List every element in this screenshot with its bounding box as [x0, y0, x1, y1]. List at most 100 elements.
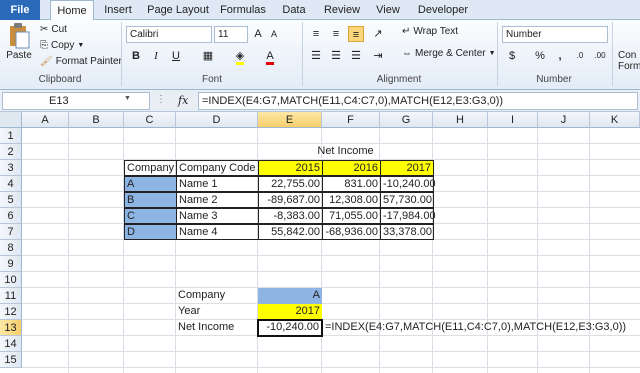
cell-header-2017[interactable]: 2017	[380, 160, 434, 176]
align-center-icon[interactable]: ☰	[328, 48, 344, 64]
row-header-2[interactable]: 2	[0, 144, 22, 160]
row-header-14[interactable]: 14	[0, 336, 22, 352]
table-cell-value[interactable]: 33,378.00	[380, 224, 434, 240]
font-size-select[interactable]: 11	[214, 26, 248, 43]
table-cell-value[interactable]: 12,308.00	[322, 192, 381, 208]
cell-header-2016[interactable]: 2016	[322, 160, 381, 176]
row-header-6[interactable]: 6	[0, 208, 22, 224]
tab-page-layout[interactable]: Page Layout	[146, 0, 210, 20]
row-header-13[interactable]: 13	[0, 320, 22, 336]
row-header-4[interactable]: 4	[0, 176, 22, 192]
table-cell-value[interactable]: 55,842.00	[258, 224, 323, 240]
cut-button[interactable]: ✂ Cut	[40, 24, 67, 35]
formula-input[interactable]: =INDEX(E4:G7,MATCH(E11,C4:C7,0),MATCH(E1…	[198, 92, 638, 110]
table-cell-code[interactable]: Name 1	[176, 176, 259, 192]
chevron-down-icon[interactable]: ▼	[124, 95, 131, 102]
merge-center-button[interactable]: ⇔ Merge & Center ▼	[402, 48, 496, 59]
row-header-3[interactable]: 3	[0, 160, 22, 176]
tab-formulas[interactable]: Formulas	[218, 0, 268, 20]
cell-lookup-result-active[interactable]: -10,240.00	[257, 319, 323, 337]
borders-icon[interactable]: ▦	[200, 48, 216, 64]
select-all-corner[interactable]	[0, 112, 22, 128]
italic-button[interactable]: I	[148, 48, 164, 64]
table-cell-company[interactable]: D	[124, 224, 177, 240]
cancel-icon[interactable]: ⋮	[156, 94, 166, 105]
column-header-c[interactable]: C	[124, 112, 176, 128]
column-header-h[interactable]: H	[433, 112, 488, 128]
cell-lookup-year-input[interactable]: 2017	[258, 304, 322, 320]
bold-button[interactable]: B	[128, 48, 144, 64]
row-header-8[interactable]: 8	[0, 240, 22, 256]
table-cell-code[interactable]: Name 2	[176, 192, 259, 208]
decrease-decimal-icon[interactable]: .00	[592, 48, 608, 64]
column-header-f[interactable]: F	[322, 112, 380, 128]
table-cell-company[interactable]: A	[124, 176, 177, 192]
copy-button[interactable]: ⎘ Copy ▼	[40, 40, 84, 51]
tab-data[interactable]: Data	[278, 0, 310, 20]
fill-color-icon[interactable]: ◈	[232, 48, 248, 65]
table-cell-company[interactable]: C	[124, 208, 177, 224]
table-cell-value[interactable]: 71,055.00	[322, 208, 381, 224]
font-color-icon[interactable]: A	[262, 48, 278, 65]
cell-title[interactable]: Net Income	[258, 144, 433, 160]
table-cell-value[interactable]: -8,383.00	[258, 208, 323, 224]
table-cell-value[interactable]: 831.00	[322, 176, 381, 192]
cell-formula-text[interactable]: =INDEX(E4:G7,MATCH(E11,C4:C7,0),MATCH(E1…	[323, 320, 626, 336]
tab-view[interactable]: View	[372, 0, 404, 20]
format-painter-button[interactable]: 🖌 Format Painter	[40, 56, 122, 67]
row-header-12[interactable]: 12	[0, 304, 22, 320]
column-header-b[interactable]: B	[69, 112, 124, 128]
table-cell-value[interactable]: -68,936.00	[322, 224, 381, 240]
orientation-icon[interactable]: ↗	[370, 26, 386, 42]
conditional-formatting-button[interactable]: Con Form	[618, 50, 640, 72]
column-header-j[interactable]: J	[538, 112, 590, 128]
column-header-i[interactable]: I	[488, 112, 538, 128]
align-right-icon[interactable]: ☰	[348, 48, 364, 64]
insert-function-button[interactable]: fx	[178, 92, 188, 110]
column-header-e[interactable]: E	[258, 112, 322, 128]
column-header-g[interactable]: G	[380, 112, 433, 128]
tab-insert[interactable]: Insert	[100, 0, 136, 20]
worksheet-grid[interactable]: A B C D E F G H I J K 1 2 3 4 5 6 7 8 9 …	[0, 112, 640, 373]
row-header-1[interactable]: 1	[0, 128, 22, 144]
tab-review[interactable]: Review	[320, 0, 364, 20]
currency-icon[interactable]: $	[504, 48, 520, 64]
comma-button[interactable]: ,	[552, 48, 568, 64]
cell-lookup-result-label[interactable]: Net Income	[176, 320, 258, 336]
align-top-icon[interactable]: ≡	[308, 26, 324, 42]
row-header-5[interactable]: 5	[0, 192, 22, 208]
table-cell-value[interactable]: -10,240.00	[380, 176, 436, 192]
row-header-9[interactable]: 9	[0, 256, 22, 272]
wrap-text-button[interactable]: ↵ Wrap Text	[402, 26, 458, 37]
font-name-select[interactable]: Calibri	[126, 26, 212, 43]
table-cell-value[interactable]: -89,687.00	[258, 192, 323, 208]
align-bottom-icon[interactable]: ≡	[348, 26, 364, 42]
row-header-10[interactable]: 10	[0, 272, 22, 288]
cell-lookup-company-label[interactable]: Company	[176, 288, 258, 304]
number-format-select[interactable]: Number	[502, 26, 608, 43]
shrink-font-icon[interactable]: A	[266, 26, 282, 42]
tab-home[interactable]: Home	[50, 0, 94, 21]
column-header-a[interactable]: A	[22, 112, 69, 128]
cell-lookup-year-label[interactable]: Year	[176, 304, 258, 320]
percent-button[interactable]: %	[532, 48, 548, 64]
column-header-k[interactable]: K	[590, 112, 640, 128]
underline-button[interactable]: U	[168, 48, 184, 64]
table-cell-value[interactable]: 22,755.00	[258, 176, 323, 192]
row-header-15[interactable]: 15	[0, 352, 22, 368]
align-left-icon[interactable]: ☰	[308, 48, 324, 64]
cell-lookup-company-input[interactable]: A	[258, 288, 322, 304]
row-header-7[interactable]: 7	[0, 224, 22, 240]
cell-header-code[interactable]: Company Code	[176, 160, 259, 176]
cell-header-2015[interactable]: 2015	[258, 160, 323, 176]
table-cell-value[interactable]: 57,730.00	[380, 192, 434, 208]
align-middle-icon[interactable]: ≡	[328, 26, 344, 42]
grow-font-icon[interactable]: A	[250, 26, 266, 42]
indent-icon[interactable]: ⇥	[370, 48, 386, 64]
tab-file[interactable]: File	[0, 0, 40, 20]
tab-developer[interactable]: Developer	[412, 0, 474, 20]
column-header-d[interactable]: D	[176, 112, 258, 128]
table-cell-code[interactable]: Name 4	[176, 224, 259, 240]
paste-button[interactable]: Paste	[4, 22, 34, 61]
table-cell-code[interactable]: Name 3	[176, 208, 259, 224]
